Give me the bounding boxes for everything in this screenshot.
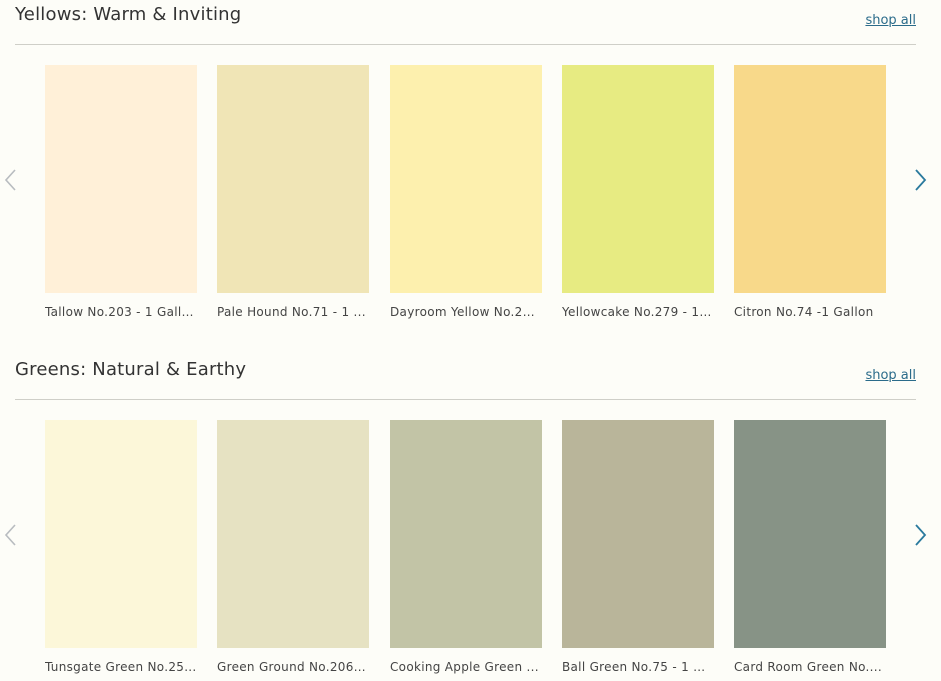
divider [15, 399, 916, 400]
chevron-right-icon [915, 524, 927, 546]
swatch-card[interactable]: Citron No.74 -1 Gallon [734, 65, 886, 319]
swatch-color [562, 65, 714, 293]
swatch-label: Pale Hound No.71 - 1 ... [217, 305, 366, 319]
section-greens: Greens: Natural & Earthy shop all Tunsga… [0, 355, 941, 681]
section-yellows: Yellows: Warm & Inviting shop all Tallow… [0, 0, 941, 340]
swatch-label: Card Room Green No.... [734, 660, 882, 674]
carousel-prev-button[interactable] [3, 523, 17, 547]
swatch-label: Cooking Apple Green ... [390, 660, 539, 674]
section-title: Greens: Natural & Earthy [15, 359, 247, 380]
divider [15, 44, 916, 45]
swatch-color [562, 420, 714, 648]
swatch-card[interactable]: Tallow No.203 - 1 Gallon [45, 65, 197, 319]
chevron-left-icon [4, 524, 16, 546]
swatch-card[interactable]: Cooking Apple Green ... [390, 420, 542, 674]
swatch-card[interactable]: Pale Hound No.71 - 1 ... [217, 65, 369, 319]
swatch-color [734, 65, 886, 293]
section-title: Yellows: Warm & Inviting [15, 4, 242, 25]
shop-all-link[interactable]: shop all [865, 13, 916, 28]
swatch-card[interactable]: Green Ground No.206 ... [217, 420, 369, 674]
swatch-card[interactable]: Dayroom Yellow No.23... [390, 65, 542, 319]
swatch-label: Tunsgate Green No.25... [45, 660, 197, 674]
carousel-next-button[interactable] [914, 523, 928, 547]
swatch-color [390, 65, 542, 293]
swatch-color [45, 420, 197, 648]
swatch-color [734, 420, 886, 648]
swatch-label: Citron No.74 -1 Gallon [734, 305, 874, 319]
carousel-next-button[interactable] [914, 168, 928, 192]
swatch-card[interactable]: Card Room Green No.... [734, 420, 886, 674]
swatch-color [217, 65, 369, 293]
chevron-right-icon [915, 169, 927, 191]
swatch-label: Dayroom Yellow No.23... [390, 305, 542, 319]
swatch-color [217, 420, 369, 648]
carousel-prev-button[interactable] [3, 168, 17, 192]
swatch-color [390, 420, 542, 648]
swatch-card[interactable]: Ball Green No.75 - 1 G... [562, 420, 714, 674]
swatch-label: Ball Green No.75 - 1 G... [562, 660, 714, 674]
swatch-label: Yellowcake No.279 - 1 ... [562, 305, 714, 319]
swatch-label: Green Ground No.206 ... [217, 660, 369, 674]
section-header: Yellows: Warm & Inviting shop all [15, 0, 916, 30]
section-header: Greens: Natural & Earthy shop all [15, 355, 916, 385]
shop-all-link[interactable]: shop all [865, 368, 916, 383]
swatch-card[interactable]: Yellowcake No.279 - 1 ... [562, 65, 714, 319]
chevron-left-icon [4, 169, 16, 191]
swatch-card[interactable]: Tunsgate Green No.25... [45, 420, 197, 674]
swatch-label: Tallow No.203 - 1 Gallon [45, 305, 197, 319]
swatch-color [45, 65, 197, 293]
